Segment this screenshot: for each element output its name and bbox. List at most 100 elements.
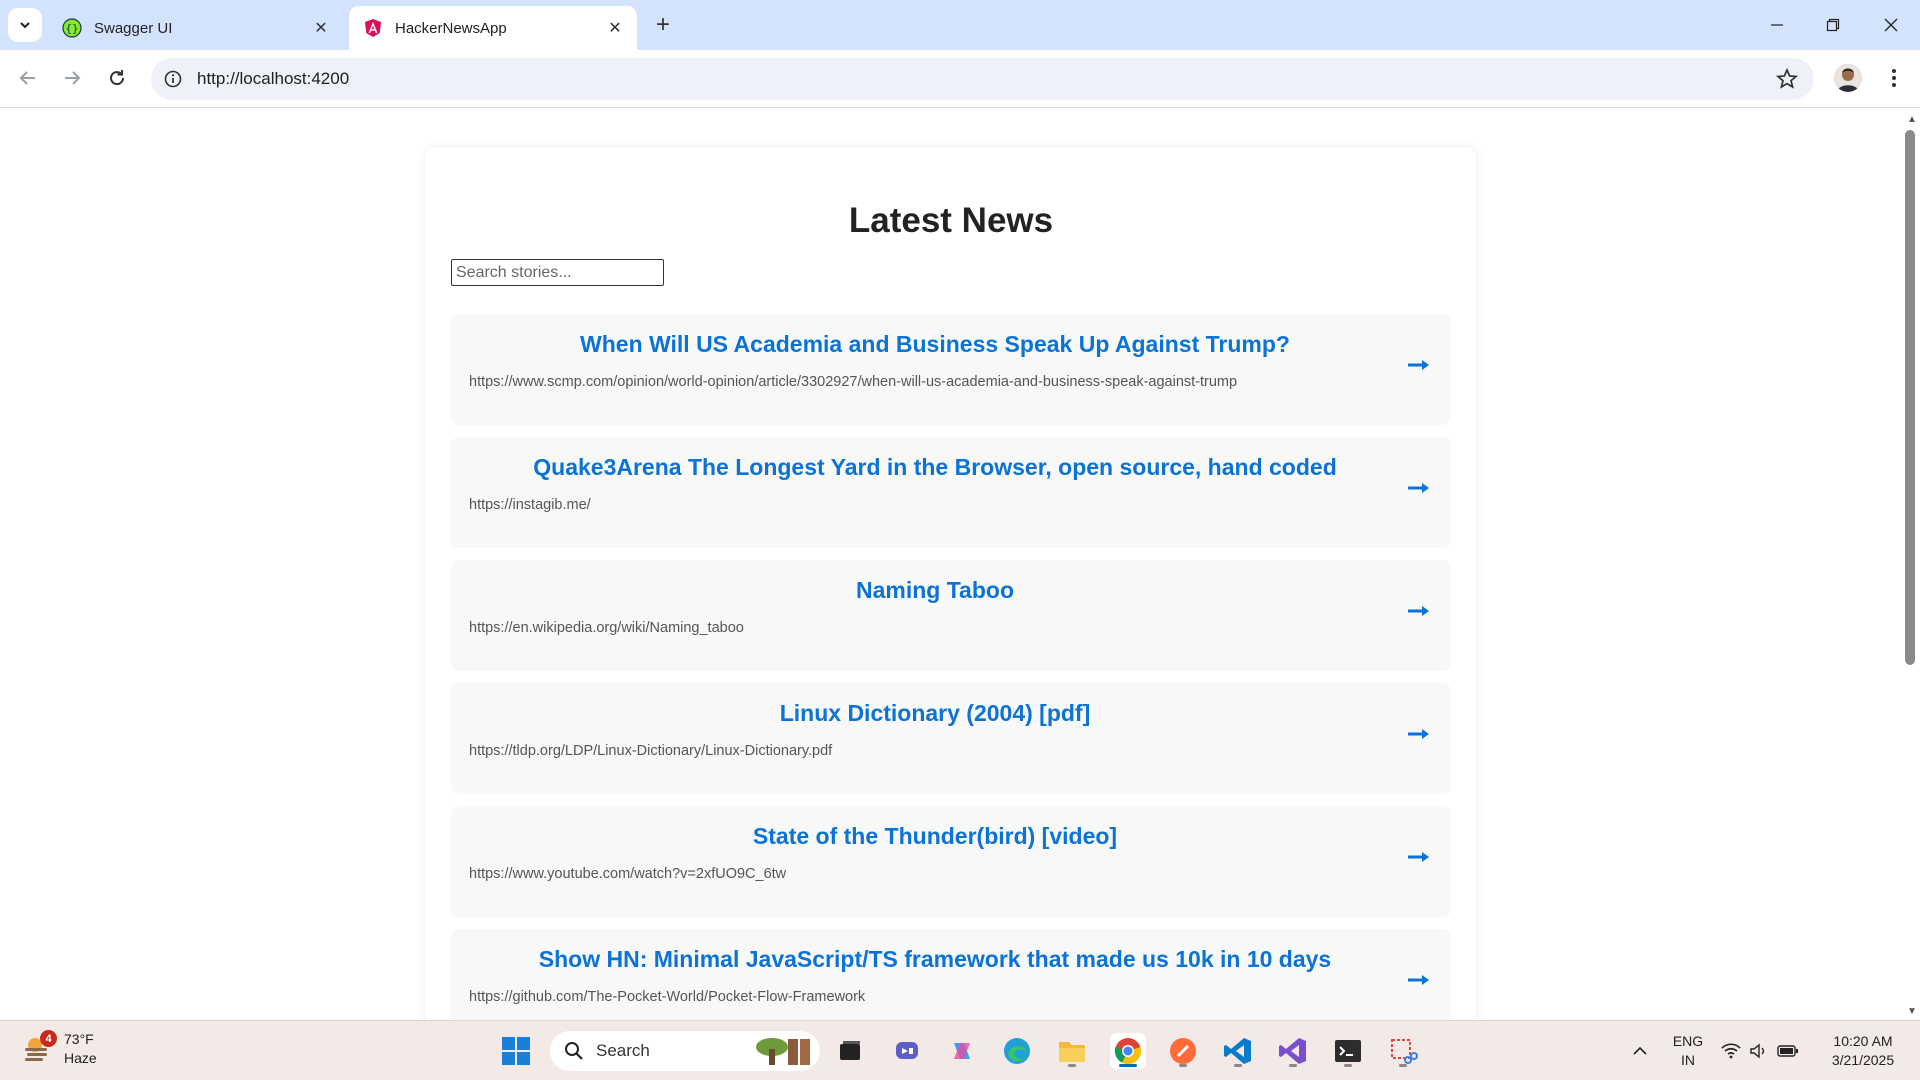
windows-logo-icon [502, 1037, 530, 1065]
arrow-right-icon[interactable] [1407, 848, 1431, 866]
story-item[interactable]: Show HN: Minimal JavaScript/TS framework… [451, 929, 1451, 1020]
arrow-right-icon[interactable] [1407, 602, 1431, 620]
taskbar-search-label: Search [596, 1041, 650, 1060]
clock-date: 3/21/2025 [1831, 1052, 1895, 1068]
forward-button[interactable] [56, 62, 88, 94]
bookmark-star-icon[interactable] [1776, 68, 1798, 90]
visual-studio-button[interactable] [1275, 1033, 1311, 1069]
restore-icon [1826, 18, 1840, 32]
story-title-link[interactable]: When Will US Academia and Business Speak… [451, 331, 1419, 358]
clock-time: 10:20 AM [1833, 1033, 1893, 1049]
story-item[interactable]: State of the Thunder(bird) [video] https… [451, 806, 1451, 917]
wifi-icon [1721, 1043, 1741, 1059]
story-url: https://en.wikipedia.org/wiki/Naming_tab… [469, 620, 744, 636]
story-item[interactable]: When Will US Academia and Business Speak… [451, 314, 1451, 425]
postman-icon [1170, 1038, 1196, 1064]
file-explorer-button[interactable] [1054, 1033, 1090, 1069]
teams-chat-button[interactable] [889, 1033, 925, 1069]
arrow-right-icon[interactable] [1407, 971, 1431, 989]
browser-tab-bar: {} Swagger UI ✕ HackerNewsApp ✕ + [0, 0, 1920, 50]
copilot-button[interactable] [944, 1033, 980, 1069]
close-tab-icon[interactable]: ✕ [311, 18, 331, 38]
more-vertical-icon [1892, 69, 1896, 87]
browser-menu-button[interactable] [1880, 64, 1908, 92]
story-item[interactable]: Naming Taboo https://en.wikipedia.org/wi… [451, 560, 1451, 671]
running-indicator [1344, 1064, 1352, 1067]
chrome-icon [1114, 1038, 1142, 1065]
tab-title: Swagger UI [94, 19, 173, 37]
address-bar[interactable]: http://localhost:4200 [151, 58, 1814, 100]
address-url: http://localhost:4200 [197, 69, 350, 88]
visual-studio-icon [1279, 1038, 1306, 1064]
close-tab-icon[interactable]: ✕ [605, 18, 625, 38]
tab-swagger-ui[interactable]: {} Swagger UI ✕ [48, 6, 343, 50]
profile-avatar[interactable] [1834, 64, 1862, 92]
new-tab-button[interactable]: + [650, 11, 676, 38]
angular-favicon-icon [365, 19, 381, 37]
story-item[interactable]: Quake3Arena The Longest Yard in the Brow… [451, 437, 1451, 548]
postman-button[interactable] [1165, 1033, 1201, 1069]
story-title-link[interactable]: Linux Dictionary (2004) [pdf] [451, 700, 1419, 727]
weather-haze-icon: 4 [22, 1030, 57, 1064]
arrow-right-icon[interactable] [1407, 725, 1431, 743]
edge-icon [1004, 1038, 1030, 1064]
search-input[interactable] [451, 259, 664, 286]
notification-badge: 4 [40, 1030, 57, 1047]
browser-toolbar: http://localhost:4200 [0, 50, 1920, 108]
arrow-right-icon[interactable] [1407, 479, 1431, 497]
story-title-link[interactable]: Quake3Arena The Longest Yard in the Brow… [451, 454, 1419, 481]
chrome-button[interactable] [1110, 1033, 1146, 1069]
close-icon [1884, 18, 1898, 32]
running-indicator [1234, 1064, 1242, 1067]
minimize-window-button[interactable] [1762, 10, 1792, 40]
running-indicator [1289, 1064, 1297, 1067]
restore-window-button[interactable] [1818, 10, 1848, 40]
tab-hackernewsapp[interactable]: HackerNewsApp ✕ [349, 6, 637, 50]
story-url: https://github.com/The-Pocket-World/Pock… [469, 989, 866, 1005]
scrollbar-thumb[interactable] [1905, 130, 1915, 665]
story-item[interactable]: Linux Dictionary (2004) [pdf] https://tl… [451, 683, 1451, 794]
snipping-tool-button[interactable] [1385, 1033, 1421, 1069]
page-viewport: Latest News When Will US Academia and Bu… [0, 109, 1904, 1020]
story-url: https://www.youtube.com/watch?v=2xfUO9C_… [469, 866, 787, 882]
vscode-button[interactable] [1220, 1033, 1256, 1069]
story-title-link[interactable]: Show HN: Minimal JavaScript/TS framework… [451, 946, 1419, 973]
chevron-down-icon [20, 22, 30, 29]
task-view-button[interactable] [832, 1033, 868, 1069]
search-icon [565, 1042, 583, 1060]
language-code: ENG [1672, 1033, 1704, 1049]
story-title-link[interactable]: State of the Thunder(bird) [video] [451, 823, 1419, 850]
edge-button[interactable] [999, 1033, 1035, 1069]
reload-icon [110, 70, 125, 86]
windows-taskbar: 4 73°F Haze Search ENG IN 10:20 AM 3/21/… [0, 1020, 1920, 1080]
taskbar-search-box[interactable]: Search [550, 1031, 820, 1071]
terminal-button[interactable] [1330, 1033, 1366, 1069]
running-indicator [1399, 1064, 1407, 1067]
page-title: Latest News [848, 201, 1054, 240]
reload-button[interactable] [101, 62, 133, 94]
scroll-up-arrow-icon[interactable]: ▲ [1904, 112, 1920, 126]
minimize-icon [1771, 24, 1783, 26]
language-indicator[interactable]: ENG IN [1668, 1032, 1708, 1070]
tab-search-dropdown-button[interactable] [8, 8, 42, 42]
running-indicator [1179, 1064, 1187, 1067]
site-info-icon[interactable] [161, 67, 185, 91]
folder-icon [1059, 1042, 1085, 1062]
arrow-right-icon [65, 71, 81, 85]
news-card: Latest News When Will US Academia and Bu… [426, 147, 1476, 1020]
weather-widget[interactable]: 4 73°F Haze [22, 1030, 97, 1068]
story-url: https://www.scmp.com/opinion/world-opini… [469, 374, 1238, 390]
arrow-right-icon[interactable] [1407, 356, 1431, 374]
weather-description: Haze [64, 1050, 97, 1066]
arrow-left-icon [19, 71, 35, 85]
back-button[interactable] [12, 62, 44, 94]
quick-settings-button[interactable] [1717, 1033, 1803, 1069]
scroll-down-arrow-icon[interactable]: ▼ [1904, 1004, 1920, 1018]
search-highlight-tree-icon [756, 1038, 810, 1065]
clock[interactable]: 10:20 AM 3/21/2025 [1818, 1032, 1908, 1070]
story-title-link[interactable]: Naming Taboo [451, 577, 1419, 604]
show-hidden-icons-button[interactable] [1622, 1033, 1658, 1069]
start-button[interactable] [498, 1033, 534, 1069]
active-indicator [1119, 1064, 1137, 1067]
close-window-button[interactable] [1876, 10, 1906, 40]
